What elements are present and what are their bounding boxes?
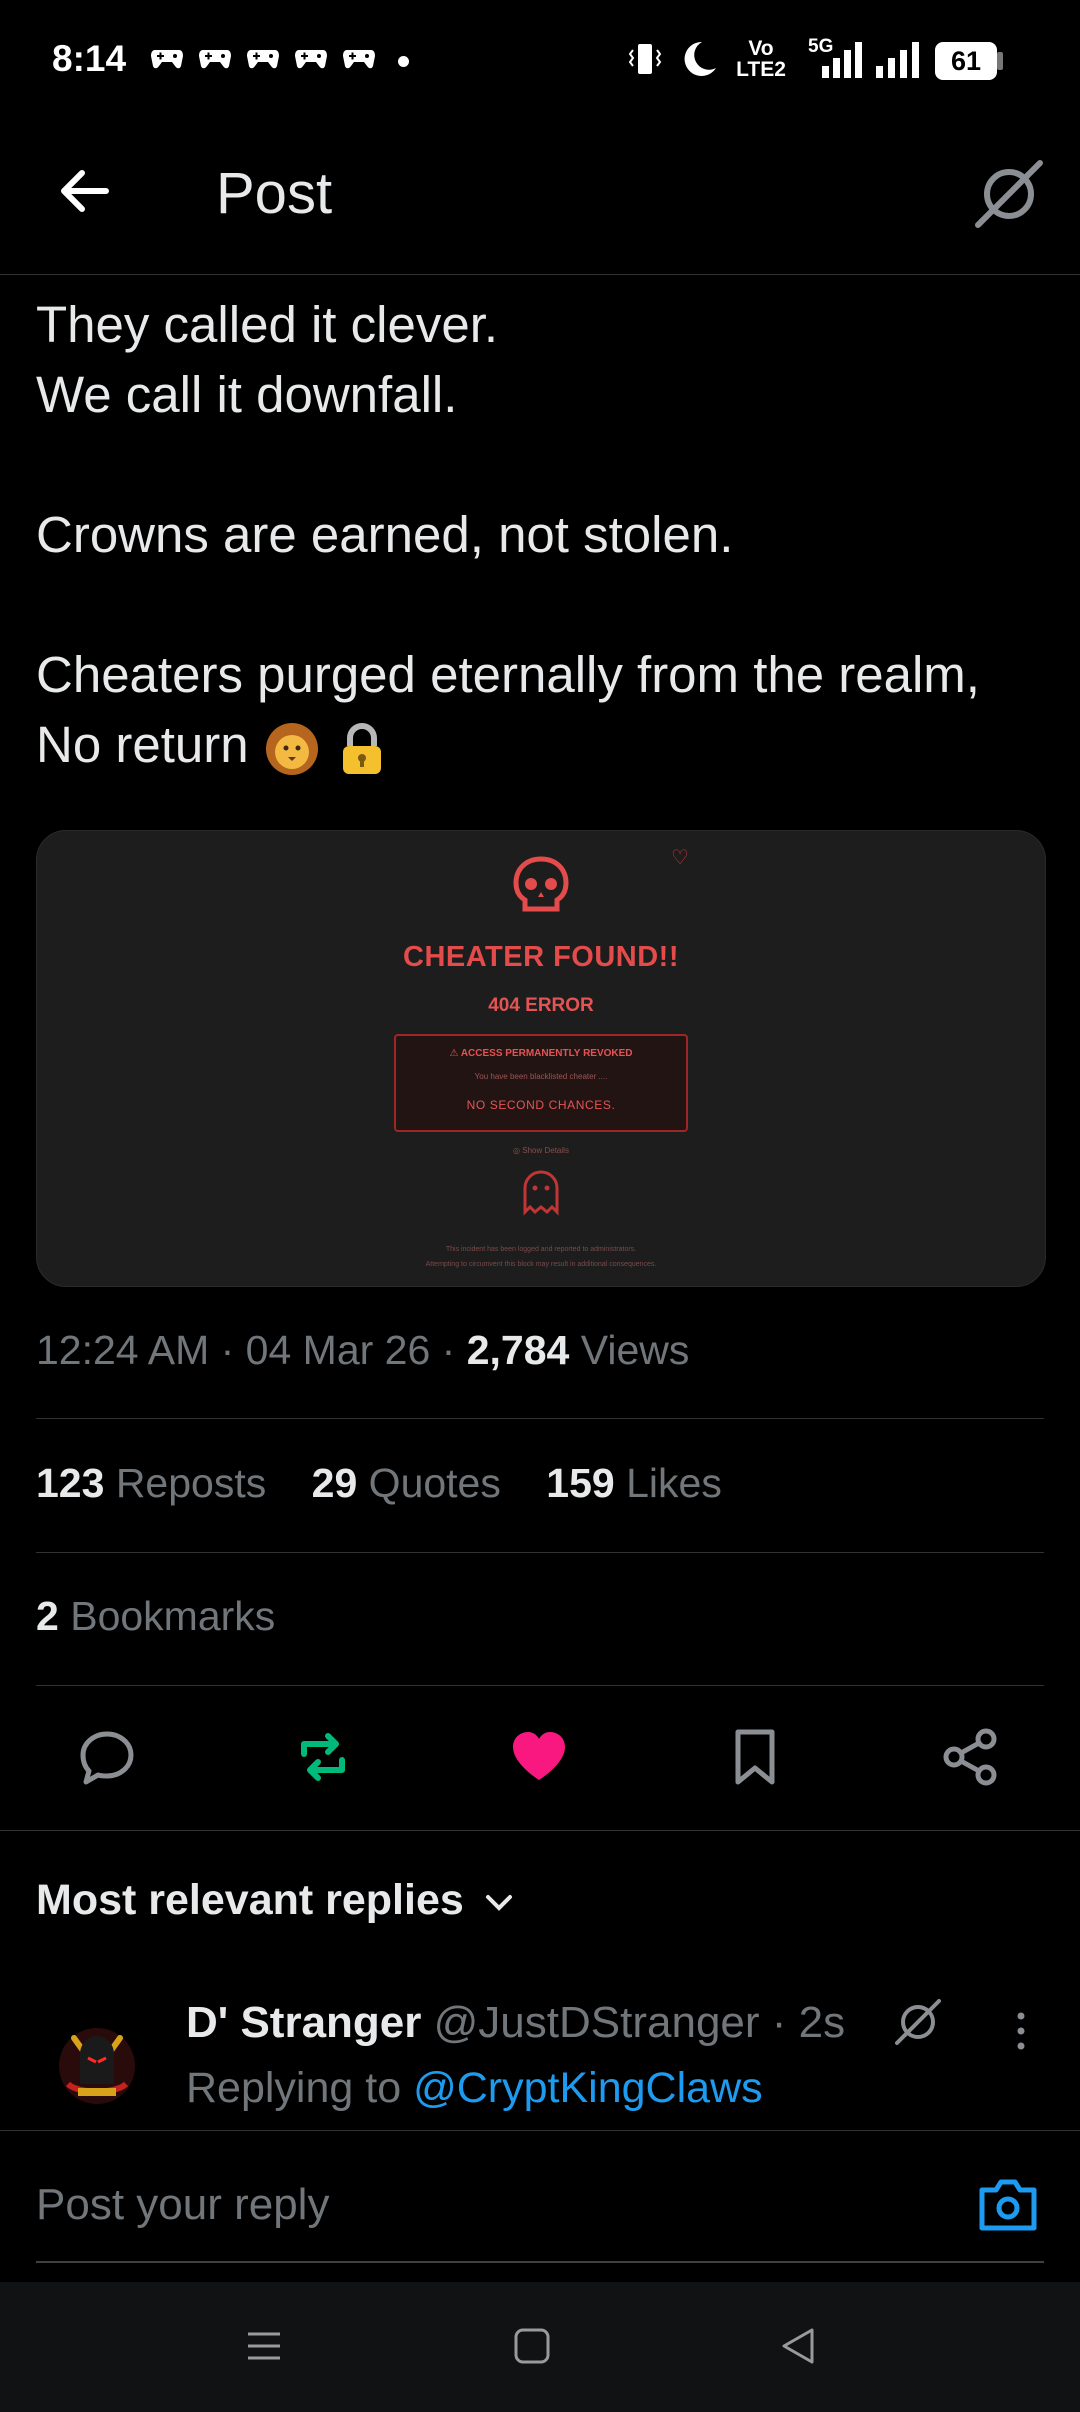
post-text: They called it clever. We call it downfa…: [36, 290, 1046, 780]
repost-icon[interactable]: [292, 1726, 354, 1788]
reply-input[interactable]: Post your reply: [36, 2180, 329, 2230]
media-alert-line1: ⚠ ACCESS PERMANENTLY REVOKED: [449, 1048, 633, 1059]
do-not-disturb-moon-icon: [684, 41, 716, 76]
ghost-icon: [523, 1170, 559, 1216]
post-text-body: They called it clever. We call it downfa…: [36, 296, 980, 773]
media-subtitle: 404 ERROR: [488, 995, 594, 1016]
bookmark-icon[interactable]: [724, 1726, 786, 1788]
media-title: CHEATER FOUND!!: [403, 941, 679, 973]
game-controller-icon: [247, 50, 279, 69]
quotes-count: 29: [311, 1460, 358, 1506]
post-date: 04 Mar 26: [245, 1327, 431, 1373]
signal-strength-icon: [822, 42, 862, 78]
chevron-down-icon[interactable]: [482, 1886, 516, 1920]
replying-to-handle-link[interactable]: @CryptKingClaws: [413, 2064, 763, 2112]
grok-icon[interactable]: [970, 155, 1048, 233]
like-heart-icon[interactable]: [508, 1726, 570, 1788]
bookmarks-count: 2: [36, 1593, 59, 1639]
game-controller-icon: [295, 50, 327, 69]
quotes-stat[interactable]: 29 Quotes: [312, 1460, 501, 1506]
camera-icon[interactable]: [976, 2174, 1040, 2234]
reposts-label: Reposts: [115, 1460, 267, 1506]
status-time: 8:14: [52, 38, 127, 79]
heart-outline-icon: ♡: [671, 847, 689, 869]
engagement-stats: 123 Reposts 29 Quotes 159 Likes: [36, 1460, 756, 1507]
signal-strength-icon: [876, 42, 919, 78]
reply-author[interactable]: D' Stranger @JustDStranger · 2s: [186, 1998, 845, 2048]
nav-back-icon[interactable]: [778, 2324, 818, 2368]
reply-input-underline: [36, 2261, 1044, 2263]
page-title: Post: [216, 161, 333, 226]
divider: [36, 1552, 1044, 1553]
reply-author-name: D' Stranger: [186, 1998, 422, 2047]
game-controller-icon: [343, 50, 375, 69]
skull-icon: [513, 856, 569, 912]
post-header: [0, 120, 1080, 275]
bookmarks-label: Bookmarks: [70, 1593, 276, 1639]
status-bar: 8:14 Vo LTE2 5G 61: [0, 0, 1080, 120]
media-alert-line3: NO SECOND CHANCES.: [466, 1098, 616, 1112]
battery-tip: [997, 52, 1003, 70]
vibrate-icon: [628, 44, 662, 74]
views-count: 2,784: [466, 1327, 570, 1373]
divider: [0, 1830, 1080, 1831]
reposts-stat[interactable]: 123 Reposts: [36, 1460, 266, 1506]
battery-indicator: 61: [935, 42, 997, 80]
likes-label: Likes: [626, 1460, 722, 1506]
media-show-details: ◎ Show Details: [513, 1146, 569, 1155]
media-footer-line2: Attempting to circumvent this block may …: [425, 1261, 657, 1268]
replies-sort-heading[interactable]: Most relevant replies: [36, 1876, 464, 1925]
more-options-icon[interactable]: [1006, 2006, 1036, 2056]
media-show-details-text: Show Details: [522, 1146, 569, 1155]
back-arrow-icon[interactable]: [56, 163, 112, 219]
bookmarks-stat[interactable]: 2 Bookmarks: [36, 1593, 275, 1640]
game-controller-icon: [199, 50, 231, 69]
reply-time: 2s: [798, 1998, 846, 2047]
quotes-label: Quotes: [368, 1460, 501, 1506]
lion-face-icon: [265, 722, 318, 775]
likes-stat[interactable]: 159 Likes: [546, 1460, 722, 1506]
reposts-count: 123: [36, 1460, 105, 1506]
media-alert-line1-text: ACCESS PERMANENTLY REVOKED: [460, 1048, 633, 1059]
volte-indicator: Vo LTE2: [736, 37, 786, 81]
post-time: 12:24 AM: [36, 1327, 210, 1373]
grok-icon[interactable]: [892, 1996, 944, 2048]
lock-icon: [342, 722, 381, 774]
likes-count: 159: [546, 1460, 615, 1506]
reply-author-handle: @JustDStranger: [433, 1998, 760, 2047]
replying-to-prefix: Replying to: [186, 2064, 402, 2112]
recent-apps-icon[interactable]: [244, 2326, 284, 2366]
post-meta: 12:24 AM · 04 Mar 26 · 2,784 Views: [36, 1327, 690, 1373]
media-alert-box: ⚠ ACCESS PERMANENTLY REVOKED You have be…: [394, 1034, 688, 1132]
media-footer-line1: This incident has been logged and report…: [445, 1246, 637, 1253]
reply-icon[interactable]: [76, 1726, 138, 1788]
game-controller-icon: [151, 50, 183, 69]
views-label: Views: [580, 1327, 690, 1373]
media-alert-line2: You have been blacklisted cheater ....: [474, 1072, 608, 1081]
post-media-image[interactable]: ♡ CHEATER FOUND!! 404 ERROR ⚠ ACCESS PER…: [36, 830, 1046, 1287]
replying-to: Replying to @CryptKingClaws: [186, 2064, 763, 2113]
divider: [36, 1685, 1044, 1686]
more-notifications-dot: [398, 56, 409, 67]
home-icon[interactable]: [512, 2326, 552, 2366]
avatar[interactable]: [54, 2014, 140, 2110]
divider: [36, 1418, 1044, 1419]
share-icon[interactable]: [940, 1726, 1002, 1788]
